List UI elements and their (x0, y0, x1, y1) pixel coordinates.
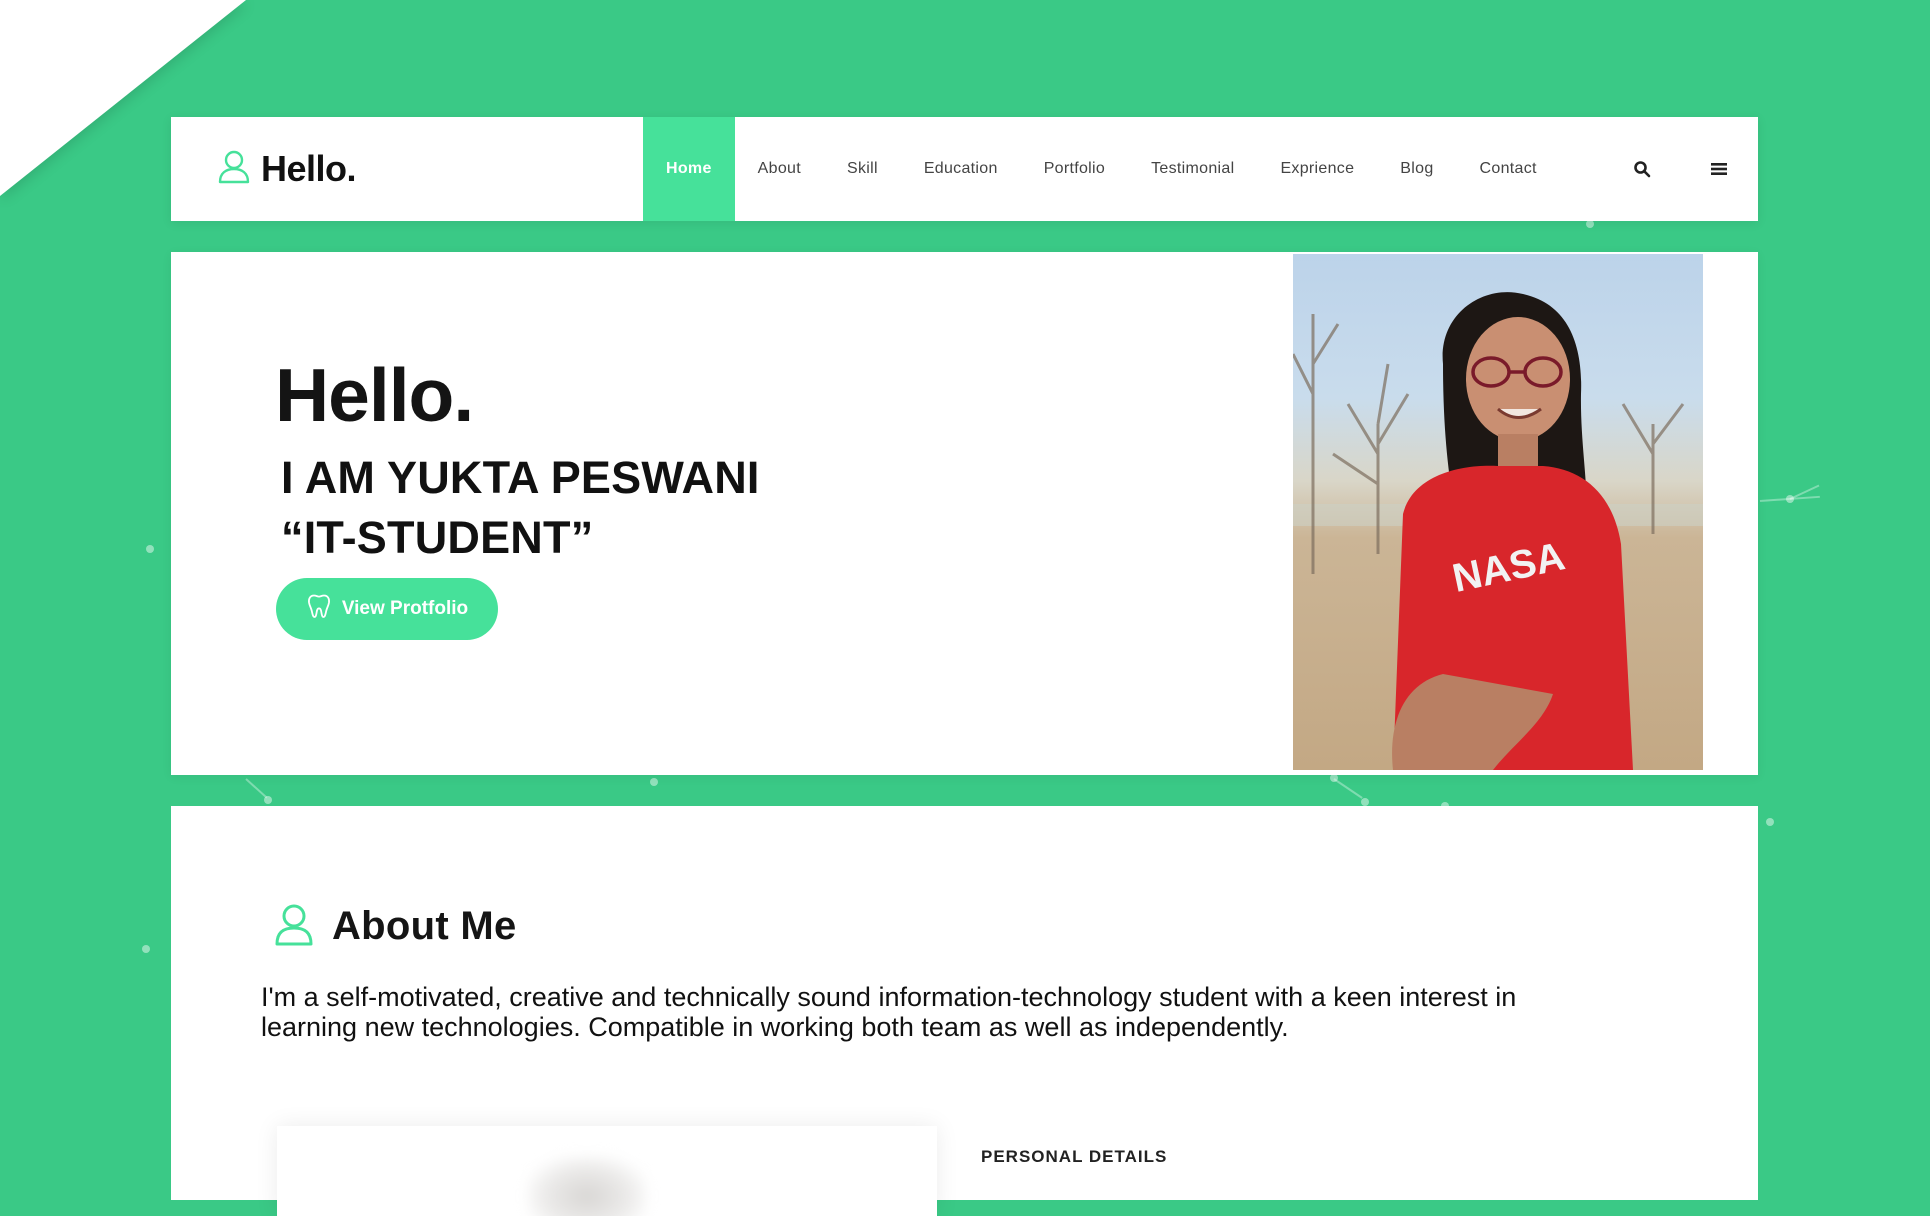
site-header: Hello. Home About Skill Education Portfo… (171, 117, 1758, 221)
background-dot (142, 945, 150, 953)
search-icon (1633, 160, 1651, 178)
background-dot (1361, 798, 1369, 806)
menu-icon (1711, 162, 1727, 176)
hero-name: I AM YUKTA PESWANI (281, 452, 760, 503)
user-icon (274, 902, 314, 951)
nav-about[interactable]: About (735, 117, 824, 221)
brand-logo[interactable]: Hello. (217, 117, 357, 221)
nav-blog[interactable]: Blog (1377, 117, 1456, 221)
hero-role: “IT-STUDENT” (281, 512, 594, 563)
about-image-card (277, 1126, 937, 1216)
nav-education[interactable]: Education (901, 117, 1021, 221)
nav-skill[interactable]: Skill (824, 117, 901, 221)
nav-contact[interactable]: Contact (1457, 117, 1560, 221)
profile-photo: NASA (1293, 254, 1703, 770)
about-heading: About Me (274, 902, 517, 951)
personal-details-title: PERSONAL DETAILS (981, 1147, 1168, 1166)
nav-experience[interactable]: Exprience (1257, 117, 1377, 221)
view-portfolio-label: View Protfolio (341, 598, 469, 619)
hero-section: Hello. I AM YUKTA PESWANI “IT-STUDENT” V… (171, 252, 1758, 775)
user-icon (217, 149, 251, 190)
tooth-icon (306, 593, 332, 625)
card-image-placeholder (527, 1156, 647, 1216)
nav-testimonial[interactable]: Testimonial (1128, 117, 1257, 221)
nav-home[interactable]: Home (643, 117, 735, 221)
background-dot (650, 778, 658, 786)
hero-greeting: Hello. (275, 353, 474, 437)
main-nav: Home About Skill Education Portfolio Tes… (643, 117, 1560, 221)
nav-portfolio[interactable]: Portfolio (1021, 117, 1128, 221)
background-dot (1766, 818, 1774, 826)
background-dot (146, 545, 154, 553)
about-section: About Me I'm a self-motivated, creative … (171, 806, 1758, 1216)
search-button[interactable] (1633, 117, 1651, 221)
menu-button[interactable] (1711, 117, 1727, 221)
about-title: About Me (332, 904, 517, 948)
background-dot (1586, 220, 1594, 228)
background-line (1333, 778, 1363, 799)
brand-name: Hello. (261, 148, 357, 189)
view-portfolio-button[interactable]: View Protfolio (276, 578, 498, 640)
about-description: I'm a self-motivated, creative and techn… (261, 982, 1517, 1042)
background-line (245, 778, 268, 799)
